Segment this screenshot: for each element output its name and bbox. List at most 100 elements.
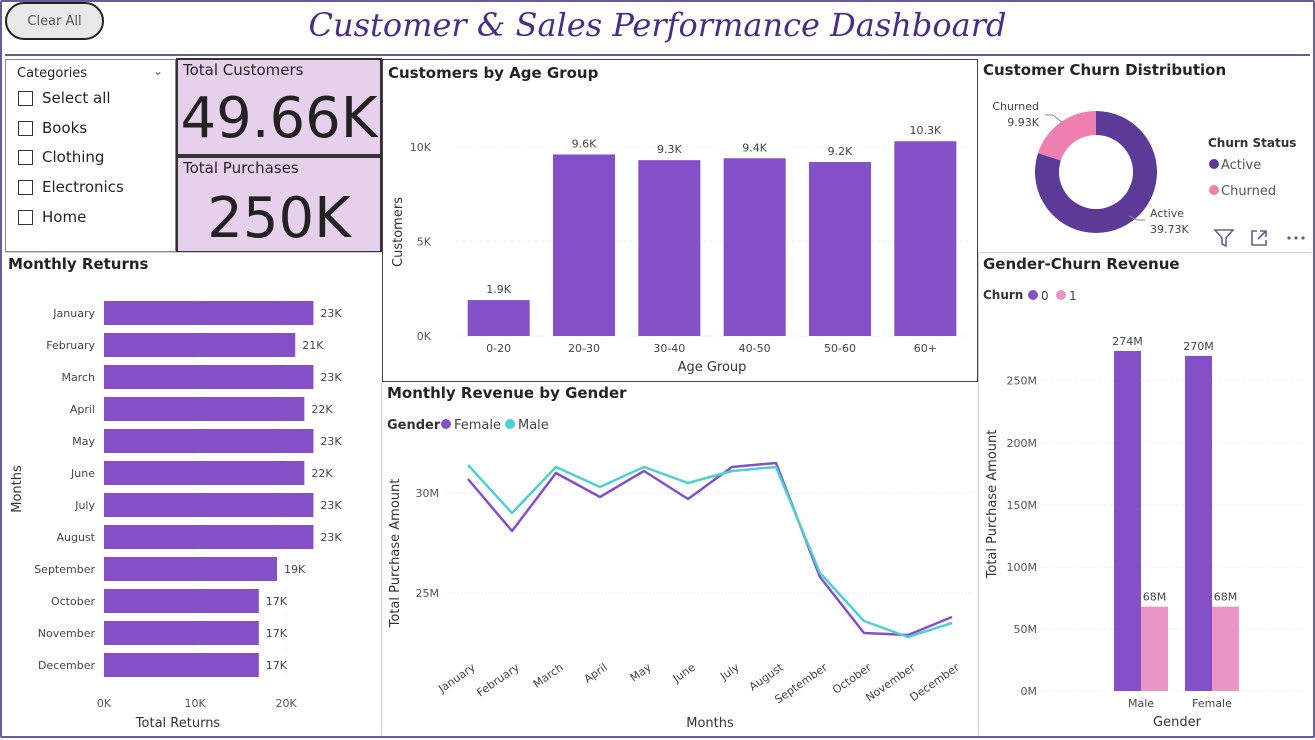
- data-label: 21K: [302, 339, 324, 352]
- checkbox[interactable]: [18, 179, 33, 195]
- checkbox[interactable]: [18, 209, 33, 225]
- legend-marker: [505, 419, 515, 429]
- slicer-item-label: Home: [42, 208, 87, 226]
- slicer-item-clothing[interactable]: Clothing: [18, 148, 104, 166]
- y-tick-label: October: [51, 595, 95, 608]
- x-tick-label: December: [908, 661, 963, 705]
- bar[interactable]: [1114, 350, 1141, 691]
- slicer-item-label: Books: [42, 119, 88, 137]
- bar[interactable]: [104, 365, 314, 389]
- bar[interactable]: [638, 160, 701, 336]
- x-tick-label: 20K: [276, 697, 298, 710]
- x-axis-title: Months: [686, 716, 734, 731]
- focus-mode-icon[interactable]: [1249, 228, 1271, 248]
- clear-all-button[interactable]: Clear All: [5, 2, 104, 40]
- monthly-returns-chart[interactable]: Monthly Returns 0K 10K 20K 23K January 21K Febr…: [5, 253, 381, 736]
- kpi-total-purchases: Total Purchases 250K: [176, 156, 382, 253]
- legend-marker: [441, 419, 451, 429]
- legend-title: Churn: [983, 288, 1023, 302]
- x-tick-label: 40-50: [739, 342, 771, 355]
- legend-marker: [1209, 159, 1219, 169]
- gender-churn-chart[interactable]: Gender-Churn Revenue Churn 0 1 0M 50M 100M 150M…: [979, 253, 1311, 736]
- data-label: Active: [1150, 207, 1184, 220]
- bar[interactable]: [723, 158, 786, 336]
- slicer-item-books[interactable]: Books: [18, 119, 87, 137]
- y-axis-title: Customers: [391, 197, 406, 267]
- bar[interactable]: [104, 301, 314, 325]
- slicer-item-select-all[interactable]: Select all: [18, 89, 111, 107]
- bar[interactable]: [104, 557, 278, 581]
- bar[interactable]: [553, 154, 615, 336]
- legend-label: 0: [1041, 289, 1049, 303]
- bar[interactable]: [104, 493, 314, 517]
- bar[interactable]: [1141, 606, 1168, 691]
- bar[interactable]: [104, 397, 305, 421]
- y-axis-title: Months: [10, 465, 25, 513]
- bar[interactable]: [104, 653, 259, 677]
- bar[interactable]: [104, 589, 259, 613]
- y-tick-label: September: [34, 563, 95, 576]
- churn-donut-chart[interactable]: Customer Churn Distribution Active 39.73K C…: [979, 58, 1311, 252]
- checkbox[interactable]: [18, 149, 33, 165]
- slicer-item-electronics[interactable]: Electronics: [18, 178, 124, 196]
- data-label: 23K: [320, 371, 342, 384]
- bar[interactable]: [1212, 606, 1239, 691]
- page-title: Customer & Sales Performance Dashboard: [308, 6, 1007, 44]
- data-label: 23K: [320, 307, 342, 320]
- data-label: 17K: [266, 659, 288, 672]
- slicer-item-label: Clothing: [42, 148, 105, 166]
- more-options-icon[interactable]: [1285, 228, 1307, 248]
- checkbox[interactable]: [18, 90, 33, 106]
- donut-slice[interactable]: [1037, 111, 1096, 161]
- bar[interactable]: [467, 300, 530, 336]
- x-tick-label: 60+: [914, 342, 937, 355]
- legend-label: Male: [518, 418, 549, 433]
- chart-title: Monthly Revenue by Gender: [387, 384, 627, 402]
- chart-title: Customers by Age Group: [388, 64, 599, 82]
- age-group-chart-panel: Customers by Age Group 0K 5K 10K 1.9K 0-20 9.6…: [382, 59, 978, 382]
- slicer-item-home[interactable]: Home: [18, 208, 86, 226]
- data-label: 17K: [266, 595, 288, 608]
- data-label: 68M: [1214, 591, 1238, 604]
- filter-icon[interactable]: [1213, 228, 1235, 248]
- y-tick-label: 100M: [1007, 561, 1038, 574]
- bar[interactable]: [894, 141, 957, 336]
- data-label: 68M: [1143, 591, 1167, 604]
- x-tick-label: 30-40: [653, 342, 685, 355]
- data-label: 22K: [311, 403, 333, 416]
- legend-label: 1: [1069, 289, 1077, 303]
- bar[interactable]: [104, 621, 259, 645]
- bar[interactable]: [104, 461, 305, 485]
- bar[interactable]: [104, 333, 296, 357]
- legend-marker: [1209, 185, 1219, 195]
- y-tick-label: January: [52, 307, 95, 320]
- x-tick-label: Female: [1192, 697, 1232, 710]
- y-tick-label: 30M: [416, 487, 440, 500]
- revenue-gender-chart[interactable]: Monthly Revenue by Gender Gender Female Mal…: [382, 383, 978, 736]
- bar[interactable]: [1185, 355, 1212, 691]
- checkbox[interactable]: [18, 120, 33, 136]
- age-group-chart[interactable]: Customers by Age Group 0K 5K 10K 1.9K 0-20 9.6…: [383, 60, 979, 383]
- chevron-down-icon[interactable]: ⌄: [153, 64, 163, 78]
- kpi-value: 250K: [207, 186, 351, 251]
- data-label: 23K: [320, 435, 342, 448]
- y-tick-label: April: [70, 403, 95, 416]
- series-line[interactable]: [467, 464, 953, 639]
- y-tick-label: 50M: [1014, 623, 1038, 636]
- bar[interactable]: [104, 525, 314, 549]
- series-line[interactable]: [467, 461, 953, 637]
- y-tick-label: 200M: [1007, 437, 1038, 450]
- legend-marker: [1028, 290, 1038, 300]
- chart-title: Gender-Churn Revenue: [983, 255, 1180, 273]
- kpi-value: 49.66K: [180, 86, 378, 151]
- data-label: Churned: [992, 100, 1039, 113]
- churn-panel: Customer Churn Distribution Active 39.73K C…: [979, 58, 1311, 252]
- bar[interactable]: [809, 162, 871, 336]
- kpi-label: Total Customers: [183, 61, 304, 79]
- bar[interactable]: [104, 429, 314, 453]
- chart-title: Customer Churn Distribution: [983, 61, 1226, 79]
- y-tick-label: June: [70, 467, 95, 480]
- data-label: 22K: [311, 467, 333, 480]
- y-tick-label: March: [61, 371, 95, 384]
- slicer-title: Categories: [17, 66, 88, 81]
